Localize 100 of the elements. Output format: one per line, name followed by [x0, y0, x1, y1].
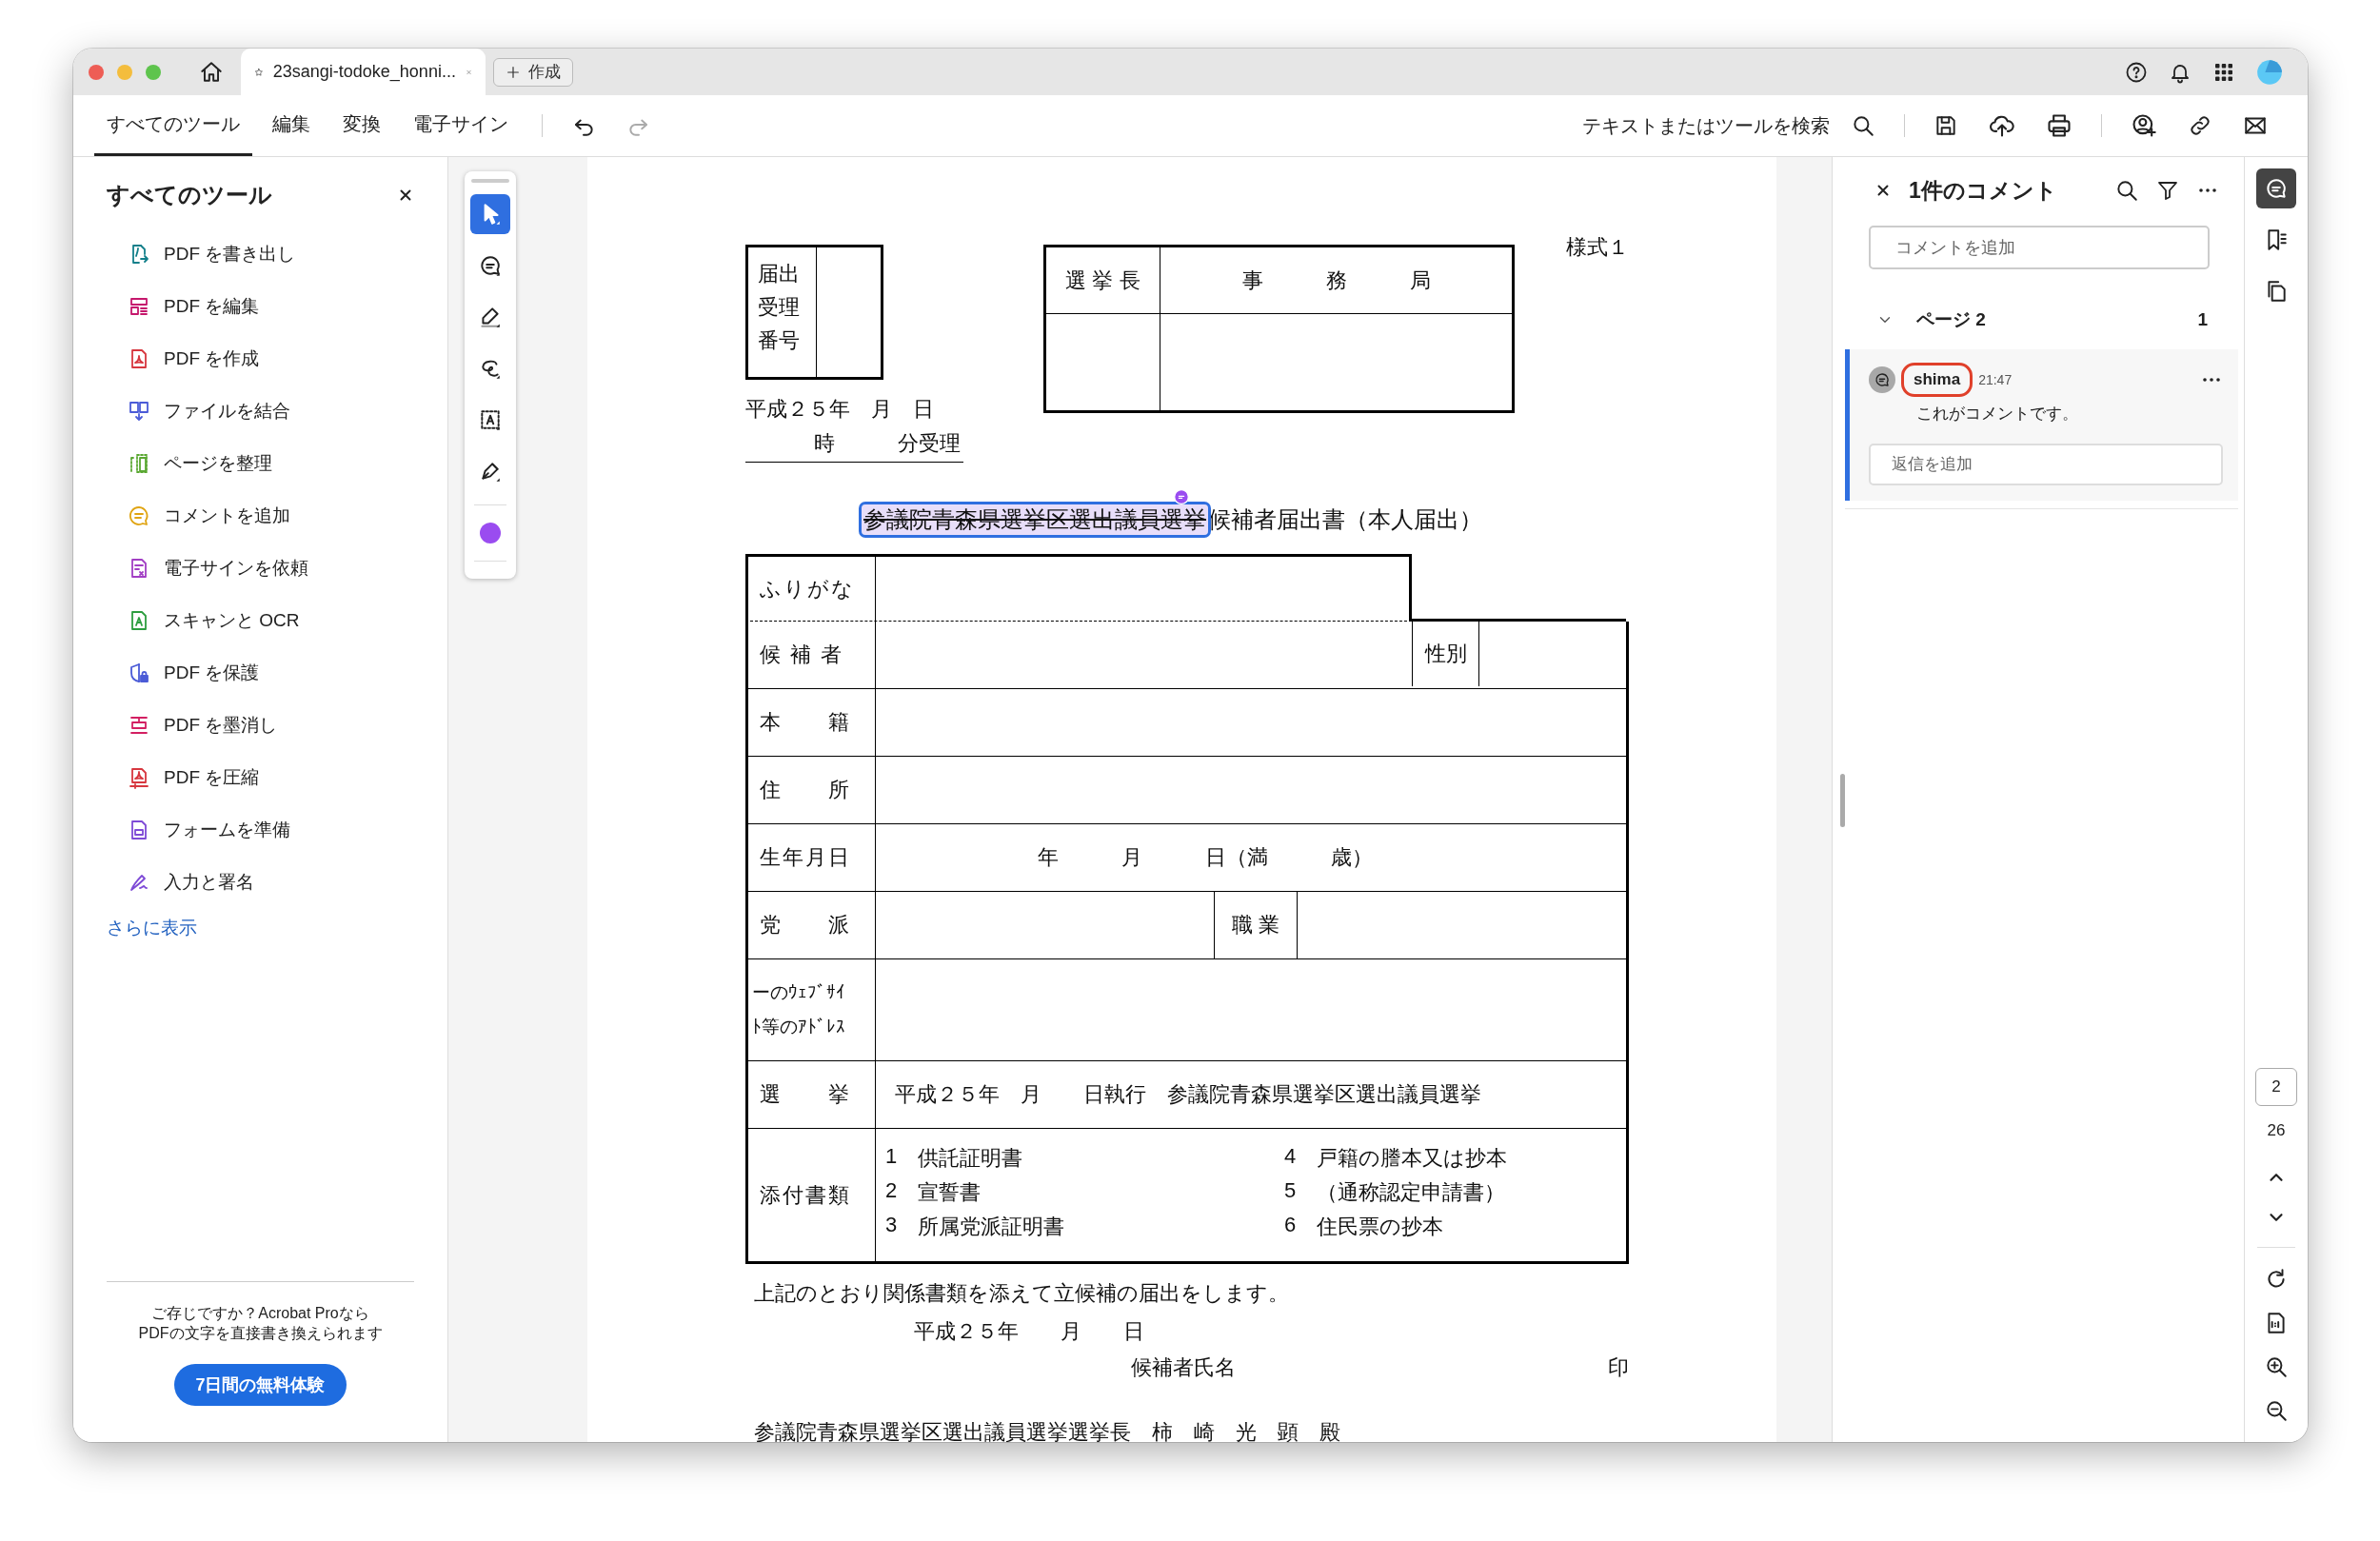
- document-name: 戸籍の謄本又は抄本: [1317, 1144, 1507, 1172]
- panel-title: すべてのツール: [107, 181, 272, 209]
- row-label: 党 派: [748, 892, 876, 958]
- save-icon[interactable]: [1934, 113, 1958, 138]
- toolbar-tab[interactable]: 変換: [330, 95, 393, 156]
- page-number-field[interactable]: 2: [2255, 1068, 2297, 1106]
- add-user-icon[interactable]: [2131, 112, 2157, 139]
- addressee-text: 参議院青森県選挙区選出議員選挙選挙長 柿 崎 光 顕 殿: [753, 1419, 1341, 1442]
- text-box-icon: [478, 407, 503, 432]
- row-label: 添付書類: [748, 1129, 876, 1261]
- search-tools-field[interactable]: テキストまたはツールを検索: [1582, 112, 1830, 139]
- tool-item[interactable]: ファイルを結合: [107, 385, 414, 437]
- row-label: 候 補 者: [748, 622, 876, 688]
- page-count: 26: [2267, 1121, 2286, 1140]
- free-trial-button[interactable]: 7日間の無料体験: [174, 1364, 347, 1406]
- tool-item[interactable]: PDF を墨消し: [107, 699, 414, 751]
- toolbar-tab[interactable]: 電子サイン: [401, 95, 521, 156]
- comment-marker-icon[interactable]: [1174, 489, 1189, 504]
- shield-lock-icon: [128, 661, 150, 684]
- form-number: 様式１: [1566, 234, 1629, 261]
- add-comment-field[interactable]: コメントを追加: [1869, 226, 2210, 269]
- document-name: 住民票の抄本: [1317, 1213, 1443, 1240]
- pages-icon: [128, 451, 150, 475]
- comment-panel-button[interactable]: [2256, 168, 2296, 208]
- item-number: 5: [1284, 1177, 1298, 1204]
- tool-item[interactable]: 入力と署名: [107, 856, 414, 908]
- item-number: 6: [1284, 1212, 1298, 1238]
- new-tab-button[interactable]: 作成: [493, 57, 573, 87]
- promo-text: ご存じですか？Acrobat Proなら PDFの文字を直接書き換えられます: [138, 1304, 383, 1343]
- merge-icon: [128, 399, 150, 423]
- comment-icon: [128, 504, 150, 527]
- signing-date: 平成２５年 月 日: [913, 1318, 1145, 1345]
- tool-item[interactable]: PDF を圧縮: [107, 751, 414, 803]
- help-icon[interactable]: [2125, 60, 2148, 84]
- search-icon[interactable]: [2114, 178, 2139, 203]
- comment-icon: [2264, 176, 2289, 201]
- tool-item[interactable]: PDF を書き出し: [107, 227, 414, 280]
- close-icon[interactable]: [397, 187, 414, 204]
- comment-card[interactable]: shima 21:47 これがコメントです。 返信を追加: [1845, 349, 2238, 501]
- document-name: （通称認定申請書）: [1317, 1178, 1505, 1206]
- toolbar-tab[interactable]: 編集: [260, 95, 323, 156]
- comment-count: 1: [2197, 309, 2208, 330]
- receipt-label: 届出受理番号: [758, 261, 801, 354]
- row-label: 選 挙: [748, 1061, 876, 1128]
- tool-item[interactable]: フォームを準備: [107, 803, 414, 856]
- received-time: 時 分受理: [745, 429, 963, 463]
- tool-item[interactable]: PDF を保護: [107, 646, 414, 699]
- received-date: 平成２５年 月 日: [745, 396, 935, 423]
- filter-icon[interactable]: [2156, 179, 2179, 202]
- close-window-button[interactable]: [89, 64, 104, 80]
- row-label: 性別: [1412, 619, 1479, 686]
- item-number: 2: [885, 1177, 899, 1204]
- page-group-label: ページ 2: [1916, 308, 1987, 331]
- search-icon[interactable]: [1851, 113, 1875, 138]
- close-icon[interactable]: [1874, 182, 1892, 199]
- show-more-link[interactable]: さらに表示: [107, 916, 197, 940]
- tool-item[interactable]: PDF を作成: [107, 332, 414, 385]
- pointer-tool-button[interactable]: [470, 194, 510, 234]
- zoom-in-icon[interactable]: [2264, 1354, 2289, 1379]
- reply-field[interactable]: 返信を追加: [1869, 444, 2223, 485]
- comment-time: 21:47: [1978, 372, 2013, 387]
- item-number: 3: [885, 1212, 899, 1238]
- candidate-name-label: 候補者氏名: [1131, 1354, 1236, 1381]
- field-value: 平成２５年 月 日執行 参議院青森県選挙区選出議員選挙: [895, 1081, 1481, 1108]
- comment-text: これがコメントです。: [1916, 404, 2079, 425]
- tool-item[interactable]: 電子サインを依頼: [107, 542, 414, 594]
- zoom-out-icon[interactable]: [2264, 1398, 2289, 1423]
- item-number: 1: [885, 1143, 899, 1170]
- home-icon[interactable]: [199, 59, 224, 85]
- document-tab[interactable]: 23sangi-todoke_honni...: [241, 49, 486, 95]
- compress-document-icon: [128, 765, 150, 789]
- tool-item[interactable]: ページを整理: [107, 437, 414, 489]
- highlighter-icon: [478, 305, 503, 329]
- panel-title: 1件のコメント: [1909, 176, 2058, 205]
- field-value: 年 月 日（満 歳）: [1038, 844, 1373, 871]
- document-name: 所属党派証明書: [918, 1213, 1064, 1240]
- resize-handle[interactable]: [1840, 774, 1845, 827]
- table-header: 事 務 局: [1160, 247, 1512, 314]
- row-label: 職 業: [1214, 892, 1298, 958]
- document-name: 宣誓書: [918, 1178, 981, 1206]
- declaration-text: 上記のとおり関係書類を添えて立候補の届出をします。: [753, 1280, 1290, 1307]
- item-number: 4: [1284, 1143, 1298, 1170]
- print-icon[interactable]: [2046, 112, 2073, 139]
- row-label: 生年月日: [748, 824, 876, 891]
- tool-item[interactable]: コメントを追加: [107, 489, 414, 542]
- title-text: 候補者届出書（本人届出）: [1208, 505, 1482, 534]
- seal-label: 印: [1608, 1354, 1629, 1381]
- color-swatch[interactable]: [480, 523, 501, 543]
- comment-icon: [1874, 371, 1891, 388]
- link-icon[interactable]: [2188, 113, 2212, 138]
- tool-item[interactable]: PDF を編集: [107, 280, 414, 332]
- comment-icon: [478, 253, 503, 278]
- tool-item[interactable]: スキャンと OCR: [107, 594, 414, 646]
- plus-icon: [506, 64, 521, 80]
- document-name: 供託証明書: [918, 1144, 1022, 1172]
- row-label: ーのｳｪﾌﾞｻｲﾄ等のｱﾄﾞﾚｽ: [752, 981, 846, 1038]
- row-label: ふりがな: [748, 557, 876, 621]
- tab-title: 23sangi-todoke_honni...: [272, 62, 456, 82]
- comment-author: shima: [1901, 363, 1973, 397]
- row-label: 本 籍: [748, 689, 876, 756]
